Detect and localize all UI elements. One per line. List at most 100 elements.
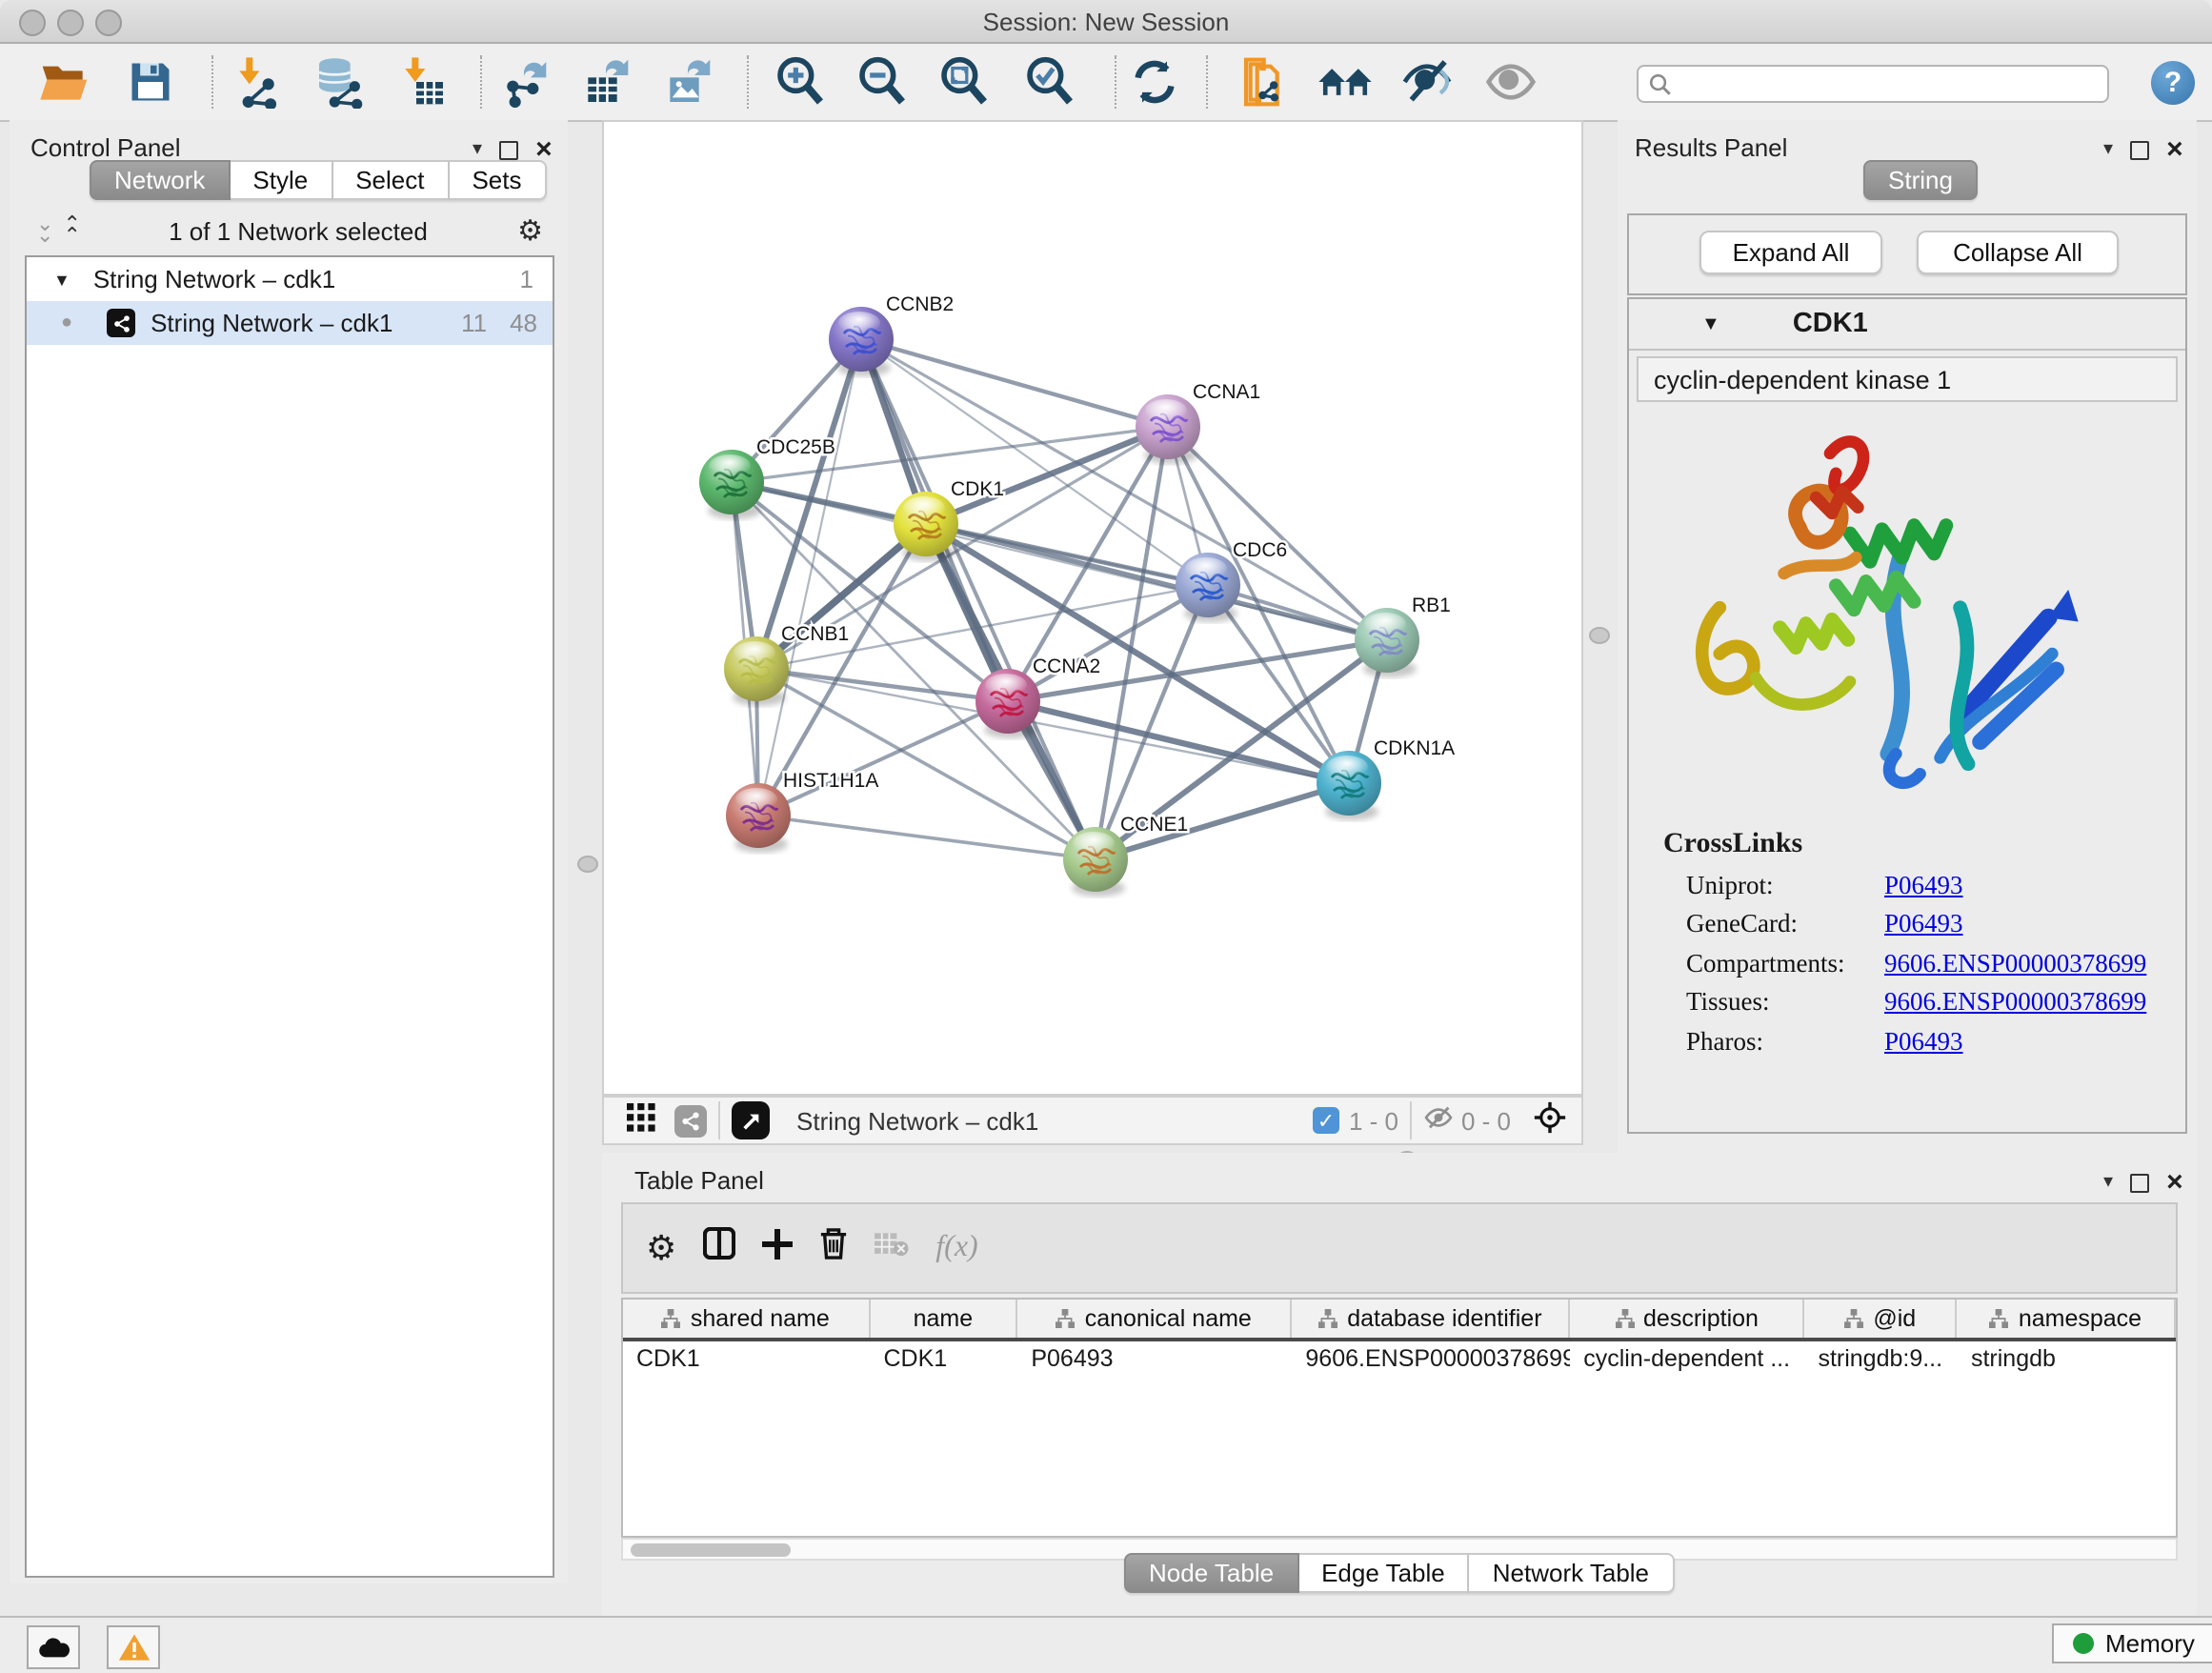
memory-button[interactable]: Memory (2052, 1623, 2212, 1663)
network-edge[interactable] (926, 524, 1387, 640)
network-row-selected[interactable]: ● String Network – cdk1 11 48 (27, 301, 553, 345)
import-table-file-button[interactable] (391, 50, 455, 114)
column-header-@id[interactable]: @id (1805, 1300, 1958, 1338)
expand-all-networks-icon[interactable]: ⌄⌄ (36, 219, 51, 242)
network-edge[interactable] (758, 339, 861, 816)
collection-expander-icon[interactable]: ▼ (53, 270, 70, 289)
tab-network-table[interactable]: Network Table (1470, 1553, 1674, 1593)
warning-button[interactable] (107, 1625, 160, 1669)
tab-network[interactable]: Network (90, 160, 230, 200)
table-cell[interactable]: cyclin-dependent ... (1570, 1341, 1804, 1374)
network-node-CCNB2[interactable] (829, 307, 894, 376)
close-panel-icon[interactable]: × (2166, 1173, 2183, 1192)
node-entry-header[interactable]: ▼ CDK1 (1629, 299, 2185, 351)
birdseye-navigator-icon[interactable] (1534, 1101, 1566, 1139)
entry-expander-icon[interactable]: ▼ (1701, 313, 1720, 334)
left-splitter-handle[interactable] (577, 856, 598, 873)
import-network-database-button[interactable] (307, 50, 372, 114)
export-network-button[interactable] (492, 50, 556, 114)
export-image-button[interactable] (655, 50, 720, 114)
tab-select[interactable]: Select (332, 160, 449, 200)
column-header-description[interactable]: description (1570, 1300, 1804, 1338)
network-edge[interactable] (861, 339, 1168, 427)
column-header-namespace[interactable]: namespace (1958, 1300, 2176, 1338)
tab-node-table[interactable]: Node Table (1124, 1553, 1298, 1593)
network-edge[interactable] (861, 339, 1096, 859)
table-cell[interactable]: stringdb (1958, 1341, 2176, 1374)
network-node-CDC25B[interactable] (699, 450, 764, 519)
network-node-CDKN1A[interactable] (1317, 751, 1381, 820)
float-panel-icon[interactable]: ▾ (473, 139, 482, 160)
network-icon-badge[interactable] (674, 1104, 707, 1137)
network-node-CCNE1[interactable] (1063, 827, 1128, 897)
network-graph[interactable]: CCNB2CCNA1CDC25BCDK1CDC6RB1CCNB1CCNA2CDK… (604, 122, 1581, 1094)
toolbar-search[interactable] (1637, 65, 2109, 103)
grid-view-icon[interactable] (627, 1103, 655, 1138)
close-panel-icon[interactable]: × (2166, 140, 2183, 159)
open-session-button[interactable] (32, 50, 97, 114)
crosslink-link[interactable]: 9606.ENSP00000378699 (1884, 948, 2146, 978)
help-button[interactable]: ? (2151, 61, 2195, 105)
zoom-selected-button[interactable] (1017, 50, 1082, 114)
maximize-panel-icon[interactable] (499, 140, 518, 159)
hide-selected-button[interactable] (1395, 50, 1459, 114)
crosslink-link[interactable]: 9606.ENSP00000378699 (1884, 987, 2146, 1018)
import-network-file-button[interactable] (225, 50, 290, 114)
crosslink-link[interactable]: P06493 (1884, 909, 1963, 939)
duplicate-network-button[interactable] (1227, 50, 1292, 114)
add-column-icon[interactable] (762, 1228, 793, 1268)
export-table-button[interactable] (573, 50, 638, 114)
column-header-shared-name[interactable]: shared name (623, 1300, 871, 1338)
table-cell[interactable]: stringdb:9... (1804, 1341, 1958, 1374)
tab-sets[interactable]: Sets (449, 160, 546, 200)
table-cell[interactable]: CDK1 (871, 1341, 1018, 1374)
network-node-CDC6[interactable] (1176, 553, 1240, 622)
collapse-all-button[interactable]: Collapse All (1917, 231, 2119, 274)
search-input[interactable] (1673, 69, 2061, 99)
crosslink-link[interactable]: P06493 (1884, 1026, 1963, 1057)
network-options-gear-icon[interactable]: ⚙ (517, 213, 543, 248)
right-splitter-handle[interactable] (1589, 627, 1610, 644)
zoom-out-button[interactable] (850, 50, 915, 114)
node-table[interactable]: shared namenamecanonical namedatabase id… (621, 1298, 2178, 1538)
collapse-all-networks-icon[interactable]: ⌃⌃ (63, 219, 78, 242)
network-node-CCNA2[interactable] (975, 669, 1040, 738)
save-session-button[interactable] (118, 50, 183, 114)
scrollbar-thumb[interactable] (631, 1543, 791, 1557)
table-cell[interactable]: P06493 (1017, 1341, 1292, 1374)
show-all-networks-button[interactable] (1313, 50, 1377, 114)
float-panel-icon[interactable]: ▾ (2103, 139, 2113, 160)
zoom-fit-button[interactable] (932, 50, 996, 114)
network-edge[interactable] (758, 701, 1008, 816)
network-node-RB1[interactable] (1355, 608, 1419, 677)
tab-string[interactable]: String (1863, 160, 1978, 200)
network-collection-row[interactable]: ▼ String Network – cdk1 1 (27, 257, 553, 301)
maximize-panel-icon[interactable] (2130, 140, 2149, 159)
delete-column-trash-icon[interactable] (819, 1227, 848, 1269)
cloud-button[interactable] (27, 1625, 80, 1669)
refresh-button[interactable] (1122, 50, 1187, 114)
tab-style[interactable]: Style (230, 160, 332, 200)
column-header-database-identifier[interactable]: database identifier (1292, 1300, 1570, 1338)
network-canvas[interactable]: CCNB2CCNA1CDC25BCDK1CDC6RB1CCNB1CCNA2CDK… (602, 120, 1583, 1096)
table-cell[interactable]: CDK1 (623, 1341, 871, 1374)
maximize-panel-icon[interactable] (2130, 1173, 2149, 1192)
network-edge[interactable] (758, 816, 1096, 859)
column-header-name[interactable]: name (871, 1300, 1018, 1338)
show-columns-icon[interactable] (703, 1227, 735, 1269)
selected-checkbox-icon[interactable]: ✓ (1313, 1107, 1339, 1134)
crosslink-link[interactable]: P06493 (1884, 870, 1963, 900)
column-header-canonical-name[interactable]: canonical name (1017, 1300, 1292, 1338)
network-node-CDK1[interactable] (894, 492, 958, 561)
network-node-HIST1H1A[interactable] (726, 783, 791, 853)
network-node-CCNB1[interactable] (724, 636, 789, 706)
detach-view-button[interactable] (732, 1101, 770, 1139)
show-hidden-button[interactable] (1478, 50, 1543, 114)
expand-all-button[interactable]: Expand All (1699, 231, 1882, 274)
zoom-in-button[interactable] (768, 50, 833, 114)
float-panel-icon[interactable]: ▾ (2103, 1172, 2113, 1193)
tab-edge-table[interactable]: Edge Table (1298, 1553, 1470, 1593)
table-row[interactable]: CDK1CDK1P064939606.ENSP00000378699cyclin… (623, 1341, 2176, 1374)
table-options-gear-icon[interactable]: ⚙ (646, 1228, 676, 1268)
table-cell[interactable]: 9606.ENSP00000378699 (1292, 1341, 1570, 1374)
